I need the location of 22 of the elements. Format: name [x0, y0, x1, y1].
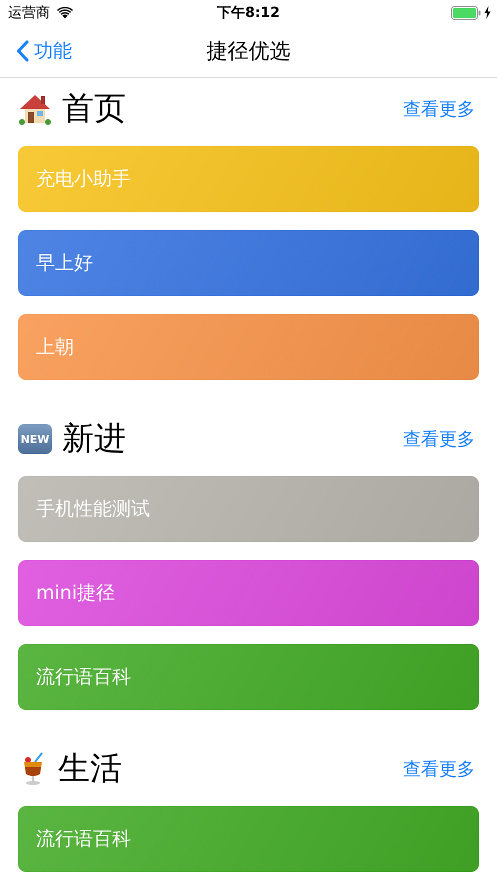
shortcut-card[interactable]: 手机性能测试 — [18, 476, 479, 542]
carrier-name: 运营商 — [8, 4, 50, 22]
wifi-icon — [56, 6, 74, 19]
shortcut-card[interactable]: mini捷径 — [18, 560, 479, 626]
status-time: 下午8:12 — [217, 4, 280, 22]
section-title: 新进 — [62, 418, 126, 459]
shortcut-card[interactable]: 上朝 — [18, 314, 479, 380]
shortcut-card[interactable]: 早上好 — [18, 230, 479, 296]
battery-icon — [451, 6, 481, 20]
see-more-link[interactable]: 查看更多 — [403, 97, 479, 121]
chevron-icon — [16, 40, 29, 62]
see-more-link[interactable]: 查看更多 — [403, 427, 479, 451]
section-title: 生活 — [58, 748, 122, 789]
nav-title: 捷径优选 — [206, 38, 290, 65]
see-more-link[interactable]: 查看更多 — [403, 757, 479, 781]
new-badge: NEW — [18, 424, 52, 454]
section-title: 首页 — [62, 88, 126, 129]
shortcut-card[interactable]: 充电小助手 — [18, 146, 479, 212]
shortcut-card[interactable]: 流行语百科 — [18, 644, 479, 710]
house-icon — [18, 93, 52, 125]
back-button[interactable]: 功能 — [0, 38, 72, 64]
shortcut-card[interactable]: 流行语百科 — [18, 806, 479, 872]
